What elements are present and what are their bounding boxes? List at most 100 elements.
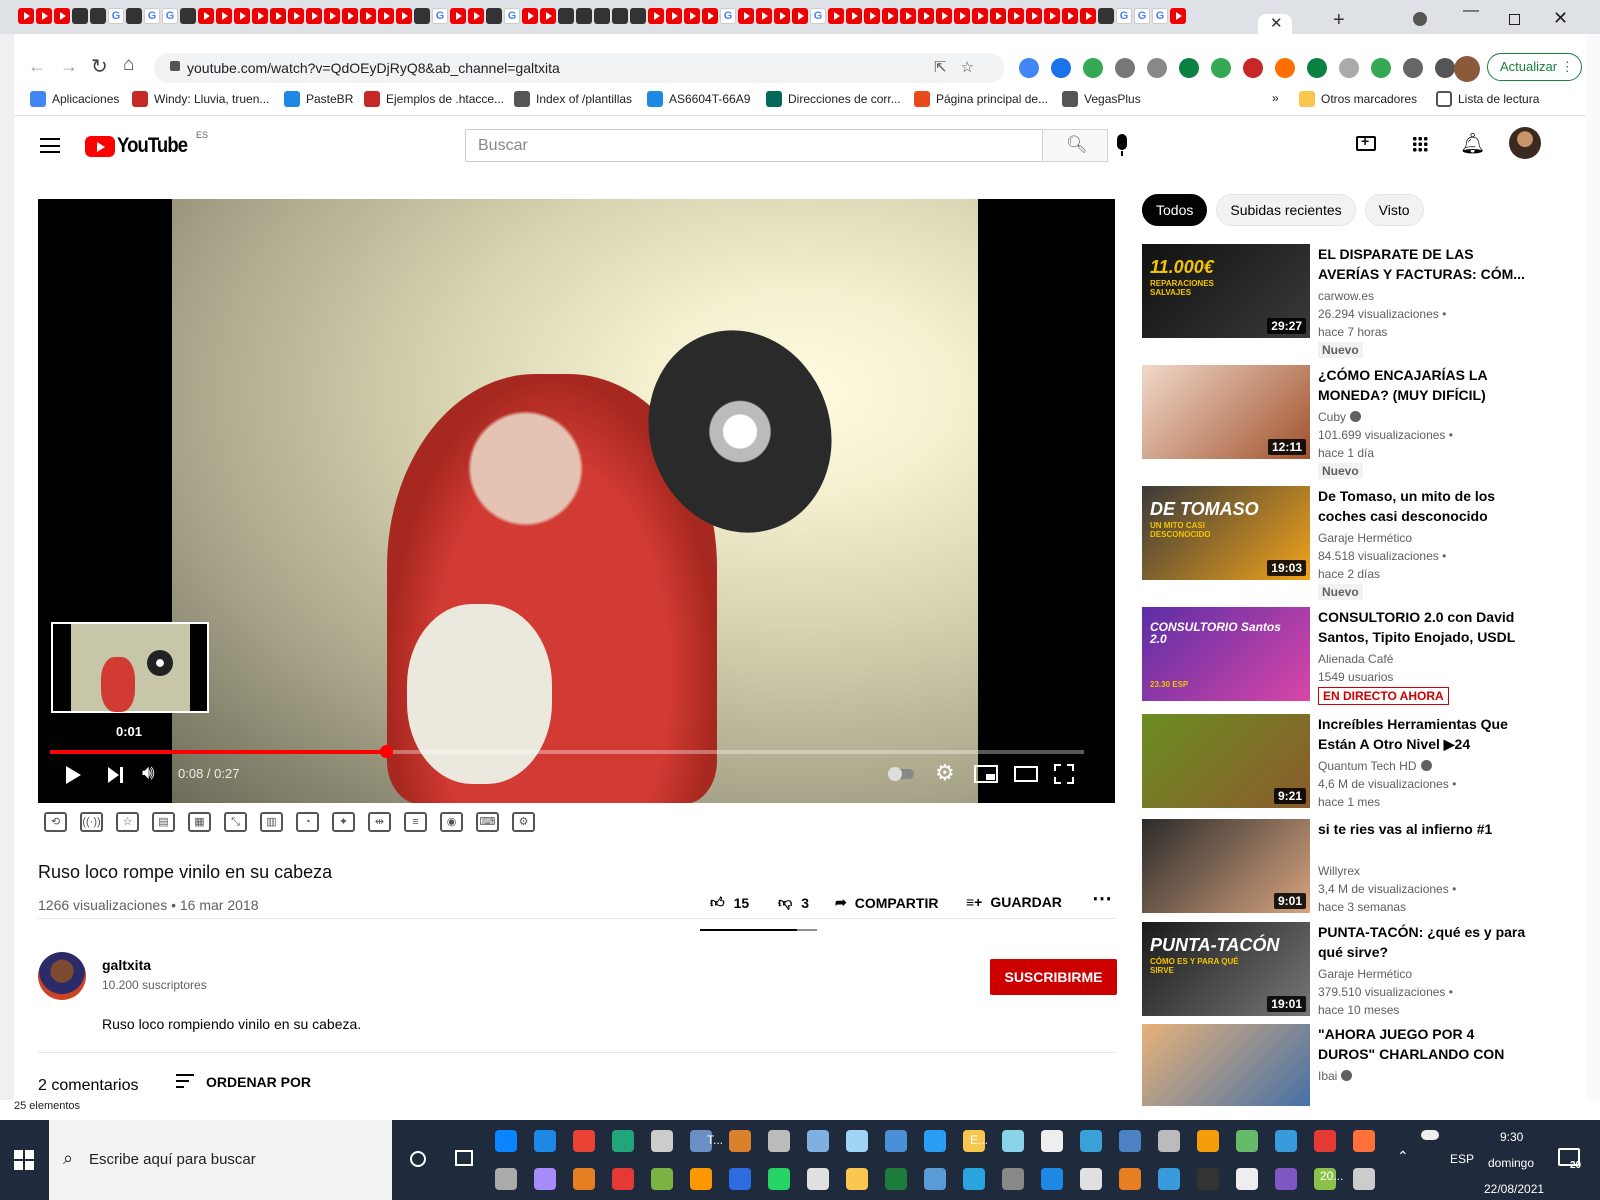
tab-favicon[interactable]: [954, 8, 970, 24]
tab-favicon[interactable]: [18, 8, 34, 24]
tab-favicon[interactable]: [270, 8, 286, 24]
star-icon[interactable]: ☆: [116, 812, 139, 832]
extension-icon[interactable]: [1371, 58, 1391, 78]
tab-favicon[interactable]: G: [1134, 8, 1150, 24]
tab-favicon[interactable]: [1170, 8, 1186, 24]
options-gear-icon[interactable]: ⚙: [512, 812, 535, 832]
subscribe-button[interactable]: SUSCRIBIRME: [990, 959, 1117, 995]
channel-name[interactable]: Ibai: [1318, 1069, 1353, 1083]
tab-favicon[interactable]: [306, 8, 322, 24]
play-icon[interactable]: [66, 766, 81, 784]
clock-time[interactable]: 9:30: [1500, 1130, 1523, 1144]
video-thumbnail[interactable]: DE TOMASO UN MITO CASI DESCONOCIDO 19:03: [1142, 486, 1310, 580]
tab-favicon[interactable]: [234, 8, 250, 24]
volume-icon[interactable]: 🔊︎: [142, 762, 155, 785]
back-arrow-icon[interactable]: ←: [28, 56, 46, 77]
taskbar-app-icon[interactable]: [534, 1130, 556, 1152]
taskbar-app-icon[interactable]: [807, 1168, 829, 1190]
taskbar-app-icon[interactable]: [1197, 1130, 1219, 1152]
dislike-button[interactable]: 👎︎ 3: [778, 894, 809, 911]
extension-icon[interactable]: [1083, 58, 1103, 78]
reload-icon[interactable]: ↻: [91, 54, 108, 79]
tab-favicon[interactable]: [36, 8, 52, 24]
taskbar-app-icon[interactable]: [573, 1130, 595, 1152]
theater-mode-icon[interactable]: [1014, 766, 1038, 782]
keyboard-icon[interactable]: ⌨: [476, 812, 499, 832]
tab-favicon[interactable]: [1080, 8, 1096, 24]
new-tab-button[interactable]: +: [1333, 9, 1345, 32]
taskbar-app-icon[interactable]: [1041, 1130, 1063, 1152]
taskbar-app-icon[interactable]: [651, 1130, 673, 1152]
taskbar-app-icon[interactable]: [651, 1168, 673, 1190]
channel-name[interactable]: carwow.es: [1318, 289, 1374, 303]
taskbar-app-icon[interactable]: [612, 1168, 634, 1190]
video-title-link[interactable]: ¿CÓMO ENCAJARÍAS LA MONEDA? (MUY DIFÍCIL…: [1318, 365, 1533, 405]
taskbar-app-icon[interactable]: [729, 1130, 751, 1152]
task-view-icon[interactable]: [455, 1150, 473, 1166]
tab-favicon[interactable]: G: [1116, 8, 1132, 24]
tab-favicon[interactable]: [342, 8, 358, 24]
tab-favicon[interactable]: [918, 8, 934, 24]
taskbar-app-icon[interactable]: [963, 1168, 985, 1190]
taskbar-app-icon[interactable]: [690, 1168, 712, 1190]
menu-icon[interactable]: [40, 138, 60, 153]
forward-arrow-icon[interactable]: →: [60, 56, 78, 77]
miniplayer-icon[interactable]: [974, 765, 998, 783]
taskbar-search-box[interactable]: ⌕ Escribe aquí para buscar: [49, 1120, 392, 1200]
tab-favicon[interactable]: [702, 8, 718, 24]
video-thumbnail[interactable]: 11.000€ REPARACIONES SALVAJES 29:27: [1142, 244, 1310, 338]
recommended-video[interactable]: PUNTA-TACÓN CÓMO ES Y PARA QUÉ SIRVE 19:01…: [1142, 922, 1562, 1032]
extension-icon[interactable]: [1243, 58, 1263, 78]
like-button[interactable]: 👍︎ 15: [710, 894, 749, 911]
watch-later-icon[interactable]: ▤: [152, 812, 175, 832]
tab-favicon[interactable]: [396, 8, 412, 24]
onedrive-icon[interactable]: [1421, 1130, 1439, 1140]
video-title-link[interactable]: PUNTA-TACÓN: ¿qué es y para qué sirve?: [1318, 922, 1533, 962]
progress-bar[interactable]: [50, 745, 1084, 758]
channel-name[interactable]: Cuby: [1318, 410, 1362, 424]
tab-favicon[interactable]: [288, 8, 304, 24]
taskbar-app-icon[interactable]: [1080, 1130, 1102, 1152]
taskbar-app-icon[interactable]: [1275, 1168, 1297, 1190]
sort-icon[interactable]: [176, 1074, 194, 1088]
taskbar-app-icon[interactable]: [729, 1168, 751, 1190]
tab-favicon[interactable]: [738, 8, 754, 24]
tab-favicon[interactable]: [468, 8, 484, 24]
recommended-video[interactable]: 11.000€ REPARACIONES SALVAJES 29:27 EL DISP…: [1142, 244, 1562, 358]
taskbar-app-icon[interactable]: [1275, 1130, 1297, 1152]
taskbar-app-icon[interactable]: [1236, 1168, 1258, 1190]
omnibox-actions[interactable]: ⇱☆: [934, 58, 988, 76]
tab-favicon[interactable]: G: [162, 8, 178, 24]
windows-start-icon[interactable]: [14, 1150, 34, 1170]
taskbar-app-icon[interactable]: [495, 1130, 517, 1152]
address-bar[interactable]: youtube.com/watch?v=QdOEyDjRyQ8&ab_chann…: [154, 53, 1004, 83]
taskbar-app-icon[interactable]: [1353, 1130, 1375, 1152]
taskbar-app-icon[interactable]: [846, 1168, 868, 1190]
tab-favicon[interactable]: [1026, 8, 1042, 24]
progress-scrubber-handle[interactable]: [380, 745, 394, 758]
tab-favicon[interactable]: [666, 8, 682, 24]
channel-name[interactable]: Garaje Hermético: [1318, 531, 1412, 545]
speed-icon[interactable]: ◔: [296, 812, 319, 832]
tab-favicon[interactable]: [756, 8, 772, 24]
bookmark-item[interactable]: Windy: Lluvia, truen...: [132, 91, 269, 107]
tab-search-icon[interactable]: [1413, 12, 1427, 26]
video-title-link[interactable]: si te ries vas al infierno #1: [1318, 819, 1533, 839]
camera-icon[interactable]: ◉: [440, 812, 463, 832]
tab-favicon[interactable]: [936, 8, 952, 24]
tab-favicon[interactable]: [630, 8, 646, 24]
video-thumbnail[interactable]: 9:21: [1142, 714, 1310, 808]
extension-icon[interactable]: [1019, 58, 1039, 78]
filter-chip[interactable]: Visto: [1364, 194, 1424, 226]
clock-date[interactable]: 22/08/2021: [1484, 1182, 1544, 1196]
taskbar-app-icon[interactable]: [1119, 1168, 1141, 1190]
close-window-button[interactable]: ✕: [1553, 8, 1568, 29]
tab-favicon[interactable]: [828, 8, 844, 24]
tab-favicon[interactable]: [414, 8, 430, 24]
bookmark-item[interactable]: Ejemplos de .htacce...: [364, 91, 504, 107]
tab-favicon[interactable]: [252, 8, 268, 24]
tab-favicon[interactable]: [1098, 8, 1114, 24]
taskbar-app-icon[interactable]: [534, 1168, 556, 1190]
flip-icon[interactable]: ⇹: [368, 812, 391, 832]
taskbar-app-icon[interactable]: [1080, 1168, 1102, 1190]
